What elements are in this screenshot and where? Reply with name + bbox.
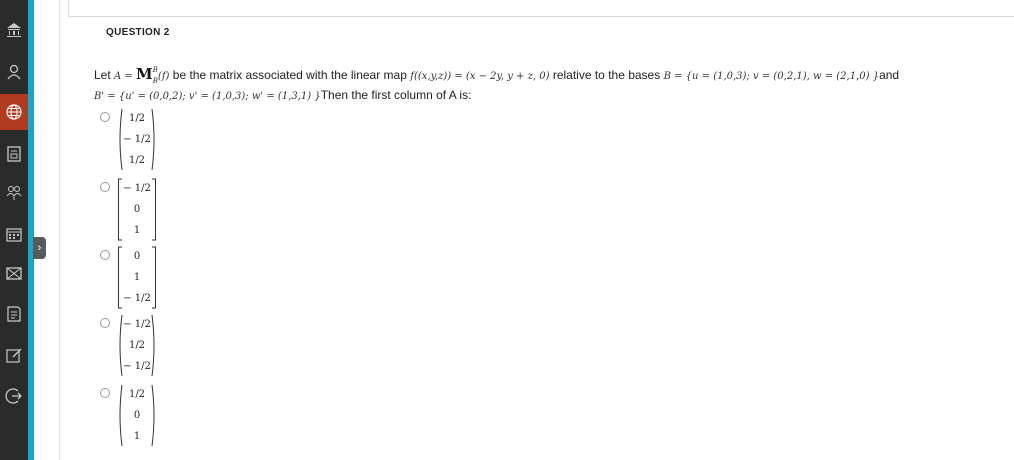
chevron-right-icon: › [37, 242, 42, 254]
bracket-right [152, 246, 156, 309]
column-vector: 1/2 − 1/2 1/2 [117, 108, 157, 171]
answer-option-5[interactable]: 1/2 0 1 [100, 384, 157, 447]
vector-entry: − 1/2 [123, 361, 151, 372]
sign-out-icon[interactable] [0, 380, 28, 412]
radio-button[interactable] [100, 182, 110, 192]
vector-entry: 0 [133, 251, 141, 262]
nav-accent-bar [28, 0, 34, 460]
bracket-left [118, 246, 122, 309]
paren-right [151, 314, 155, 377]
grades-icon[interactable] [0, 298, 28, 330]
calendar-icon[interactable] [0, 218, 28, 250]
vector-entry: − 1/2 [123, 293, 151, 304]
vector-entry: 0 [133, 410, 141, 421]
divider [59, 0, 60, 460]
column-vector: − 1/2 1/2 − 1/2 [117, 314, 157, 377]
paren-left [119, 314, 123, 377]
paren-right [151, 384, 155, 447]
groups-icon[interactable] [0, 177, 28, 209]
institution-icon[interactable] [0, 14, 28, 46]
previous-question-box [68, 0, 1014, 17]
user-icon[interactable] [0, 56, 28, 88]
expand-nav-button[interactable]: › [33, 237, 46, 259]
paren-right [151, 108, 155, 171]
vector-entry: 1/2 [128, 389, 146, 400]
vector-entry: − 1/2 [123, 319, 151, 330]
radio-button[interactable] [100, 112, 110, 122]
column-vector: 1/2 0 1 [117, 384, 157, 447]
bracket-left [118, 178, 122, 241]
paren-left [119, 384, 123, 447]
globe-icon[interactable] [0, 94, 28, 130]
side-nav [0, 0, 28, 460]
question-text: Let A = MBB(f) be the matrix associated … [94, 62, 999, 109]
radio-button[interactable] [100, 318, 110, 328]
vector-entry: 1/2 [128, 340, 146, 351]
answer-option-1[interactable]: 1/2 − 1/2 1/2 [100, 108, 157, 171]
column-vector: − 1/2 0 1 [117, 178, 157, 241]
tools-icon[interactable] [0, 339, 28, 371]
paren-left [119, 108, 123, 171]
vector-entry: 0 [133, 204, 141, 215]
answer-option-3[interactable]: 0 1 − 1/2 [100, 246, 157, 309]
question-heading: QUESTION 2 [106, 27, 170, 38]
courses-icon[interactable] [0, 138, 28, 170]
vector-entry: 1/2 [128, 113, 146, 124]
vector-entry: 1 [133, 431, 141, 442]
answer-option-4[interactable]: − 1/2 1/2 − 1/2 [100, 314, 157, 377]
column-vector: 0 1 − 1/2 [117, 246, 157, 309]
vector-entry: − 1/2 [123, 134, 151, 145]
bracket-right [152, 178, 156, 241]
vector-entry: − 1/2 [123, 183, 151, 194]
answer-option-2[interactable]: − 1/2 0 1 [100, 178, 157, 241]
radio-button[interactable] [100, 250, 110, 260]
vector-entry: 1 [133, 272, 141, 283]
radio-button[interactable] [100, 388, 110, 398]
messages-icon[interactable] [0, 257, 28, 289]
vector-entry: 1 [133, 225, 141, 236]
vector-entry: 1/2 [128, 155, 146, 166]
